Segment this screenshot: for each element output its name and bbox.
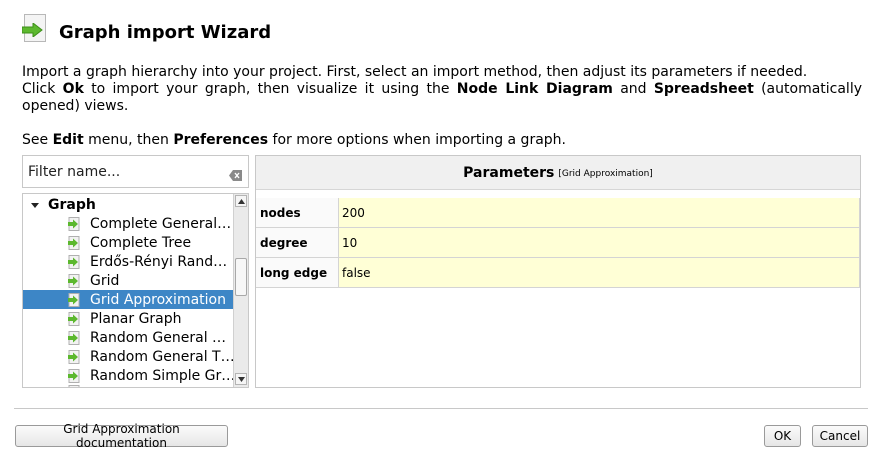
description-line-3: See Edit menu, then Preferences for more… — [22, 132, 862, 149]
ok-button[interactable]: OK — [764, 425, 801, 447]
dialog-description: Import a graph hierarchy into your proje… — [22, 64, 862, 149]
tree-item-label: Complete General… — [90, 215, 232, 232]
tree-scrollbar[interactable] — [233, 194, 248, 387]
plugin-arrow-icon — [68, 349, 80, 364]
desc-edit-bold: Edit — [52, 132, 84, 148]
plugin-arrow-icon — [68, 330, 80, 345]
tree-item[interactable]: Erdős-Rényi Rand… — [23, 252, 233, 271]
parameter-value[interactable]: 10 — [339, 228, 860, 257]
caret-down-icon[interactable] — [31, 197, 39, 213]
desc-ok-bold: Ok — [62, 81, 84, 97]
documentation-button[interactable]: Grid Approximation documentation — [15, 422, 228, 450]
tree-root-label: Graph — [48, 196, 96, 213]
scroll-thumb[interactable] — [235, 258, 247, 296]
parameters-panel: Parameters [Grid Approximation] nodes 200… — [255, 155, 861, 388]
clear-text-icon[interactable] — [229, 166, 242, 185]
desc-spreadsheet-bold: Spreadsheet — [653, 81, 754, 97]
scroll-up-button[interactable] — [235, 195, 247, 207]
import-arrow-page-icon — [22, 14, 48, 44]
desc-preferences-bold: Preferences — [173, 132, 269, 148]
parameter-name: nodes — [256, 198, 339, 227]
desc-nld-bold: Node Link Diagram — [456, 81, 613, 97]
tree-content: Graph Complete General… Complete Tree Erdő… — [23, 194, 233, 387]
tree-item-label: Random General … — [90, 329, 227, 346]
parameter-name: long edge — [256, 258, 339, 287]
parameter-name: degree — [256, 228, 339, 257]
chevron-down-icon — [237, 376, 245, 382]
tree-item[interactable]: Complete Tree — [23, 233, 233, 252]
tree-item[interactable]: Planar Graph — [23, 309, 233, 328]
tree-item[interactable]: Random General T… — [23, 347, 233, 366]
tree-item-label: Grid Approximation — [90, 291, 226, 308]
filter-name-input[interactable] — [26, 162, 216, 181]
tree-item[interactable]: Grid — [23, 271, 233, 290]
tree-item-label: Erdős-Rényi Rand… — [90, 253, 228, 270]
desc-text: for more options when importing a graph. — [268, 132, 567, 148]
desc-text: and — [612, 81, 654, 97]
parameter-row: nodes 200 — [256, 198, 860, 228]
tree-item[interactable]: Grid Approximation — [23, 290, 233, 309]
plugin-arrow-icon — [68, 292, 80, 307]
filter-box — [22, 155, 249, 188]
plugin-arrow-icon — [68, 235, 80, 250]
parameters-title: Parameters — [463, 164, 555, 181]
desc-text: Click — [22, 81, 63, 97]
plugin-arrow-icon — [68, 273, 80, 288]
desc-text: menu, then — [83, 132, 174, 148]
tree-item-label: Grid — [90, 272, 120, 289]
description-line-1: Import a graph hierarchy into your proje… — [22, 64, 808, 80]
parameter-value[interactable]: false — [339, 258, 860, 287]
plugin-arrow-icon — [68, 368, 80, 383]
desc-text: to import your graph, then visualize it … — [83, 81, 457, 97]
plugin-arrow-icon — [68, 385, 80, 387]
parameter-value[interactable]: 200 — [339, 198, 860, 227]
parameters-header: Parameters [Grid Approximation] — [256, 156, 860, 190]
plugin-arrow-icon — [68, 254, 80, 269]
description-line-2: Click Ok to import your graph, then visu… — [22, 81, 862, 115]
tree-item[interactable]: Complete General… — [23, 214, 233, 233]
tree-item-label: Planar Graph — [90, 310, 182, 327]
import-method-tree: Graph Complete General… Complete Tree Erdő… — [22, 193, 249, 388]
tree-item-label: Random Simple Gr… — [90, 367, 233, 384]
tree-item-partial[interactable] — [23, 385, 233, 387]
tree-item[interactable]: Random General … — [23, 328, 233, 347]
tree-root-graph[interactable]: Graph — [23, 195, 233, 214]
graph-import-wizard-dialog: Graph import Wizard Import a graph hiera… — [0, 0, 882, 462]
tree-item-label: Random General T… — [90, 348, 233, 365]
parameter-row: long edge false — [256, 258, 860, 288]
tree-item-label: Complete Tree — [90, 234, 192, 251]
cancel-button[interactable]: Cancel — [812, 425, 868, 447]
dialog-title: Graph import Wizard — [59, 22, 272, 43]
plugin-arrow-icon — [68, 311, 80, 326]
parameters-subtitle: [Grid Approximation] — [558, 169, 653, 179]
chevron-up-icon — [237, 198, 245, 204]
scroll-down-button[interactable] — [235, 373, 247, 385]
footer-divider — [14, 408, 868, 409]
plugin-arrow-icon — [68, 216, 80, 231]
dialog-header: Graph import Wizard — [22, 14, 271, 44]
parameter-row: degree 10 — [256, 228, 860, 258]
tree-item[interactable]: Random Simple Gr… — [23, 366, 233, 385]
desc-text: See — [22, 132, 53, 148]
